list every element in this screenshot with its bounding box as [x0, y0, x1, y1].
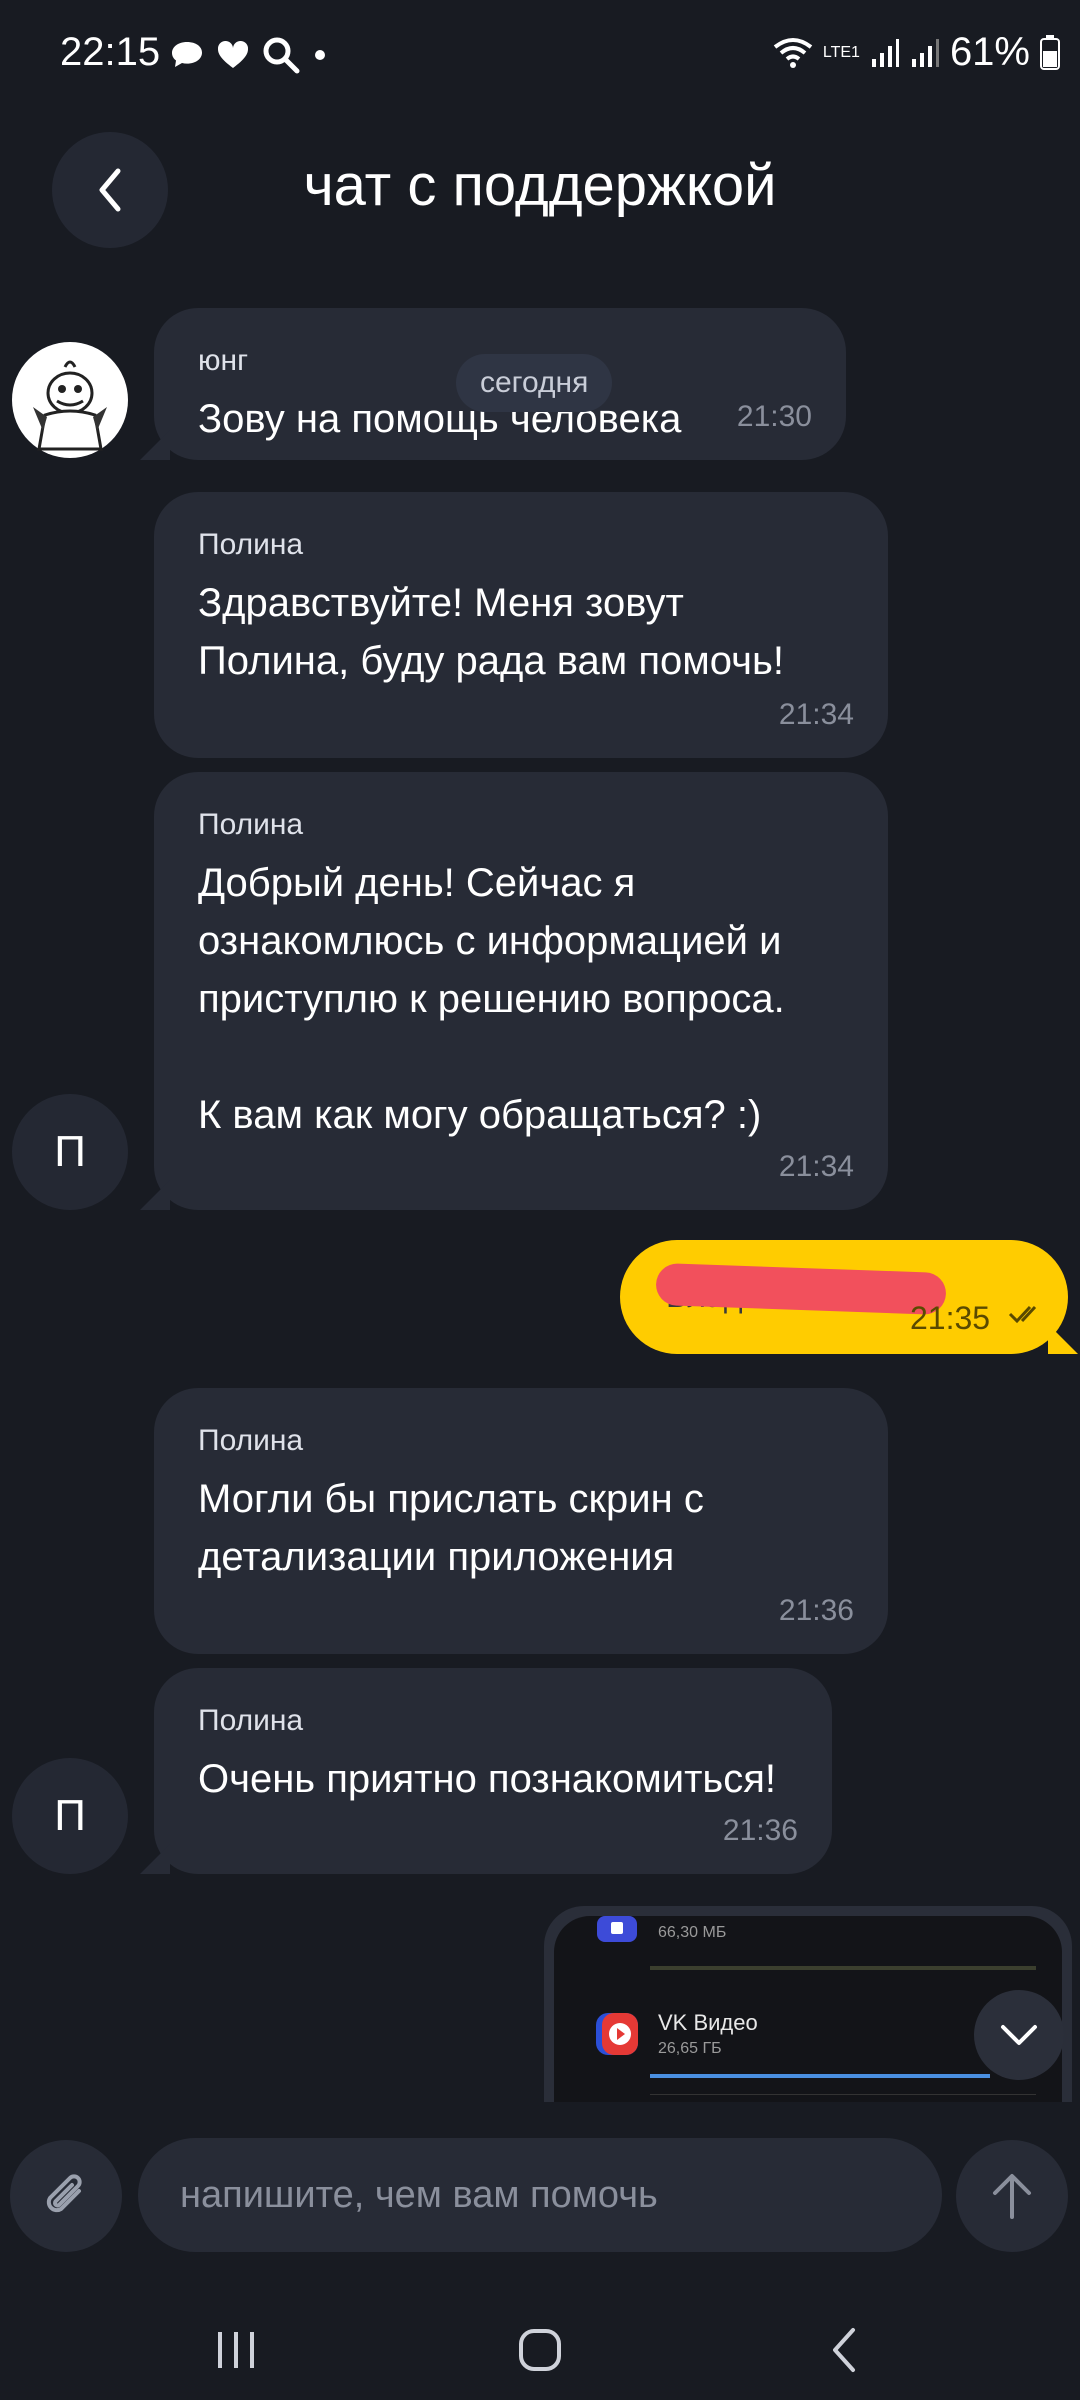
progress-bar: [650, 2074, 990, 2078]
message-text: Могли бы прислать скрин с детализации пр…: [198, 1477, 704, 1579]
message-time: 21:36: [778, 1594, 854, 1627]
scroll-down-button[interactable]: [974, 1990, 1064, 2080]
my-message-bubble[interactable]: Влад 21:35: [620, 1240, 1078, 1354]
attachment-app-name: VK Видео: [658, 2010, 758, 2035]
status-bar: 22:15 LTE1 61%: [0, 0, 1080, 110]
system-icons: LTE1 61%: [773, 30, 1060, 75]
divider: [650, 2094, 1036, 2095]
battery-percent: 61%: [949, 30, 1030, 74]
lock-app-icon: [597, 1916, 637, 1942]
signal-icon-2: [911, 38, 939, 67]
duck-mascot-icon: [15, 345, 125, 455]
agent-avatar[interactable]: П: [12, 1094, 128, 1210]
message-sender: Полина: [198, 808, 304, 841]
message-time: 21:36: [722, 1814, 798, 1847]
recent-apps-icon: [218, 2332, 254, 2368]
network-label: LTE1: [822, 43, 860, 61]
attachment-row-label: VK Видео 26,65 ГБ: [658, 2010, 758, 2058]
system-back-button[interactable]: [804, 2310, 884, 2390]
message-sender: Полина: [198, 528, 304, 561]
heart-icon: [217, 40, 249, 68]
battery-icon: [1040, 34, 1060, 70]
attach-button[interactable]: [10, 2140, 122, 2252]
notification-icons: [170, 36, 328, 74]
send-button[interactable]: [956, 2140, 1068, 2252]
search-icon: [263, 37, 300, 74]
back-button[interactable]: [52, 132, 168, 248]
back-arrow-icon: [833, 2328, 855, 2372]
bot-avatar[interactable]: [12, 342, 128, 458]
paperclip-icon: [46, 2174, 82, 2213]
attachment-size: 66,30 МБ: [658, 1924, 727, 1941]
recent-apps-button[interactable]: [196, 2310, 276, 2390]
attachment-row-label: 66,30 МБ: [658, 1920, 726, 1942]
message-bubble[interactable]: Полина Очень приятно познакомиться! 21:3…: [140, 1668, 832, 1874]
progress-bar: [650, 1966, 1036, 1970]
dot-icon: [315, 50, 325, 60]
page-title: чат с поддержкой: [303, 153, 777, 218]
chevron-left-icon: [99, 168, 121, 212]
navigation-bar: [0, 2280, 1080, 2400]
message-bubble[interactable]: Полина Здравствуйте! Меня зовут Полина, …: [154, 492, 888, 758]
signal-icon: [871, 38, 899, 67]
message-bubble[interactable]: Полина Добрый день! Сейчас я ознакомлюсь…: [140, 772, 888, 1210]
date-separator: сегодня: [456, 354, 613, 412]
message-text: Добрый день! Сейчас я ознакомлюсь с инфо…: [198, 861, 785, 1137]
home-button[interactable]: [500, 2310, 580, 2390]
message-time: 21:34: [778, 698, 854, 731]
wifi-icon: [773, 37, 813, 68]
home-icon: [519, 2329, 561, 2371]
message-text: Здравствуйте! Меня зовут Полина, буду ра…: [198, 581, 784, 683]
message-time: 21:34: [778, 1150, 854, 1183]
vk-video-app-icon: [596, 2013, 638, 2055]
arrow-up-icon: [993, 2174, 1031, 2219]
attachment-row: VK Видео 26,65 ГБ: [594, 2010, 758, 2058]
agent-avatar[interactable]: П: [12, 1758, 128, 1874]
attachment-row: 66,30 МБ: [594, 1916, 726, 1946]
attachment-size: 26,65 ГБ: [658, 2040, 722, 2057]
message-bubble[interactable]: Полина Могли бы прислать скрин с детализ…: [154, 1388, 888, 1654]
message-time: 21:30: [736, 400, 812, 433]
my-message-time: 21:35: [910, 1300, 991, 1336]
message-sender: Полина: [198, 1424, 304, 1457]
chat-screen: 22:15 LTE1 61% чат с поддержкой юнг Зову…: [0, 0, 1080, 2400]
double-check-icon: [1008, 1305, 1037, 1324]
message-input[interactable]: [138, 2138, 942, 2252]
message-text: Очень приятно познакомиться!: [198, 1757, 777, 1801]
chevron-down-icon: [1001, 2025, 1037, 2045]
chat-bubble-icon: [172, 42, 202, 67]
message-sender: Полина: [198, 1704, 304, 1737]
status-time: 22:15: [60, 30, 161, 74]
